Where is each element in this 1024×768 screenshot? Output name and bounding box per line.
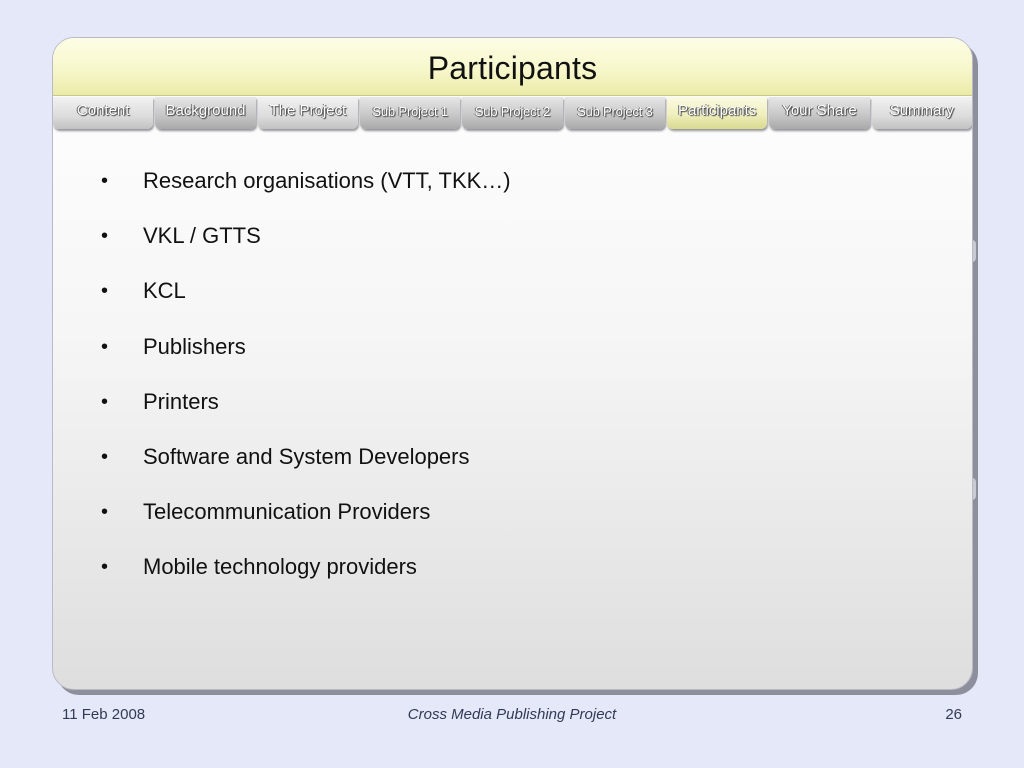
list-item-text: KCL [143,278,186,304]
footer-project-name: Cross Media Publishing Project [407,706,617,723]
tab-summary[interactable]: Summary [871,97,972,129]
bullet-icon: • [101,335,109,358]
tab-background[interactable]: Background [155,97,256,129]
list-item-text: Research organisations (VTT, TKK…) [143,168,511,193]
bullet-icon: • [101,280,109,303]
list-item: • Publishers [101,334,511,389]
list-item: • Printers [101,389,511,444]
list-item-text: Mobile technology providers [143,554,417,580]
footer-page-number: 26 [945,706,962,723]
bullet-icon: • [101,390,109,413]
tab-sub-project-1[interactable]: Sub Project 1 [359,97,461,129]
bullet-list: • Research organisations (VTT, TKK…) • VKL… [101,168,511,610]
navigation-tabs: Content Background The Project Sub Proje… [53,97,972,131]
bullet-icon: • [101,501,109,524]
list-item: • KCL [101,278,511,333]
tab-your-share[interactable]: Your Share [769,97,870,129]
list-item-text: VKL / GTTS [143,223,261,249]
list-item-text: Publishers [143,333,246,359]
list-item-text: Software and System Developers [143,443,470,469]
list-item: • Mobile technology providers [101,554,511,609]
slide-panel: Participants Content Background The Proj… [52,37,973,690]
slide: Participants Content Background The Proj… [0,0,1024,768]
bullet-icon: • [101,170,109,192]
tab-the-project[interactable]: The Project [257,97,358,129]
list-item: • Software and System Developers [101,444,511,499]
slide-title: Participants [427,50,598,86]
tab-participants[interactable]: Participants [666,97,768,129]
list-item: • Telecommunication Providers [101,499,511,554]
tab-sub-project-2[interactable]: Sub Project 2 [462,97,563,129]
list-item-text: Printers [143,388,219,414]
list-item: • VKL / GTTS [101,223,511,278]
title-bar: Participants [53,38,972,96]
bullet-icon: • [101,225,109,248]
bullet-icon: • [101,445,109,468]
tab-content[interactable]: Content [53,97,154,129]
list-item-text: Telecommunication Providers [143,499,431,525]
tab-sub-project-3[interactable]: Sub Project 3 [564,97,665,129]
list-item: • Research organisations (VTT, TKK…) [101,168,511,223]
bullet-icon: • [101,556,109,579]
